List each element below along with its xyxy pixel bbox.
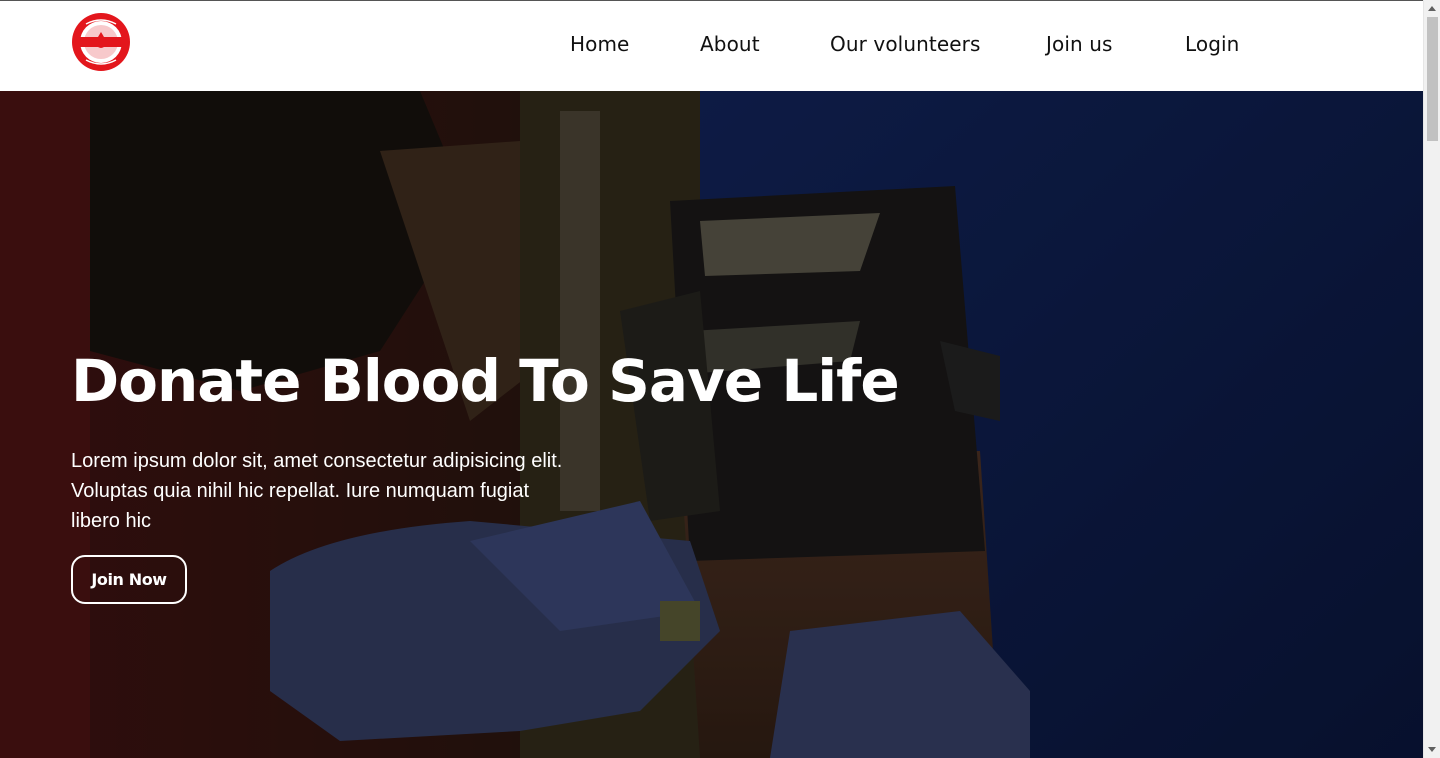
scroll-down-arrow-icon[interactable] bbox=[1428, 747, 1436, 752]
scroll-thumb[interactable] bbox=[1427, 17, 1438, 141]
hero-description-line: libero hic bbox=[71, 510, 152, 532]
nav-home-link[interactable]: Home bbox=[570, 32, 629, 56]
nav-about-link[interactable]: About bbox=[700, 32, 760, 56]
hero-section: Donate Blood To Save Life Lorem ipsum do… bbox=[0, 91, 1423, 758]
hero-description-line: Lorem ipsum dolor sit, amet consectetur … bbox=[71, 450, 563, 472]
nav-login-link[interactable]: Login bbox=[1185, 32, 1239, 56]
hero-description: Lorem ipsum dolor sit, amet consectetur … bbox=[71, 446, 661, 536]
scroll-up-arrow-icon[interactable] bbox=[1428, 6, 1436, 11]
page-scrollbar[interactable] bbox=[1423, 0, 1440, 758]
hero-overlay bbox=[0, 91, 1423, 758]
nav-our-volunteers-link[interactable]: Our volunteers bbox=[830, 32, 980, 56]
hero-title: Donate Blood To Save Life bbox=[71, 347, 900, 415]
join-now-button[interactable]: Join Now bbox=[71, 555, 187, 604]
main-nav: Home About Our volunteers Join us Login bbox=[0, 1, 1423, 91]
hero-description-line: Voluptas quia nihil hic repellat. Iure n… bbox=[71, 480, 530, 502]
nav-join-us-link[interactable]: Join us bbox=[1046, 32, 1113, 56]
site-header: Home About Our volunteers Join us Login bbox=[0, 1, 1423, 91]
